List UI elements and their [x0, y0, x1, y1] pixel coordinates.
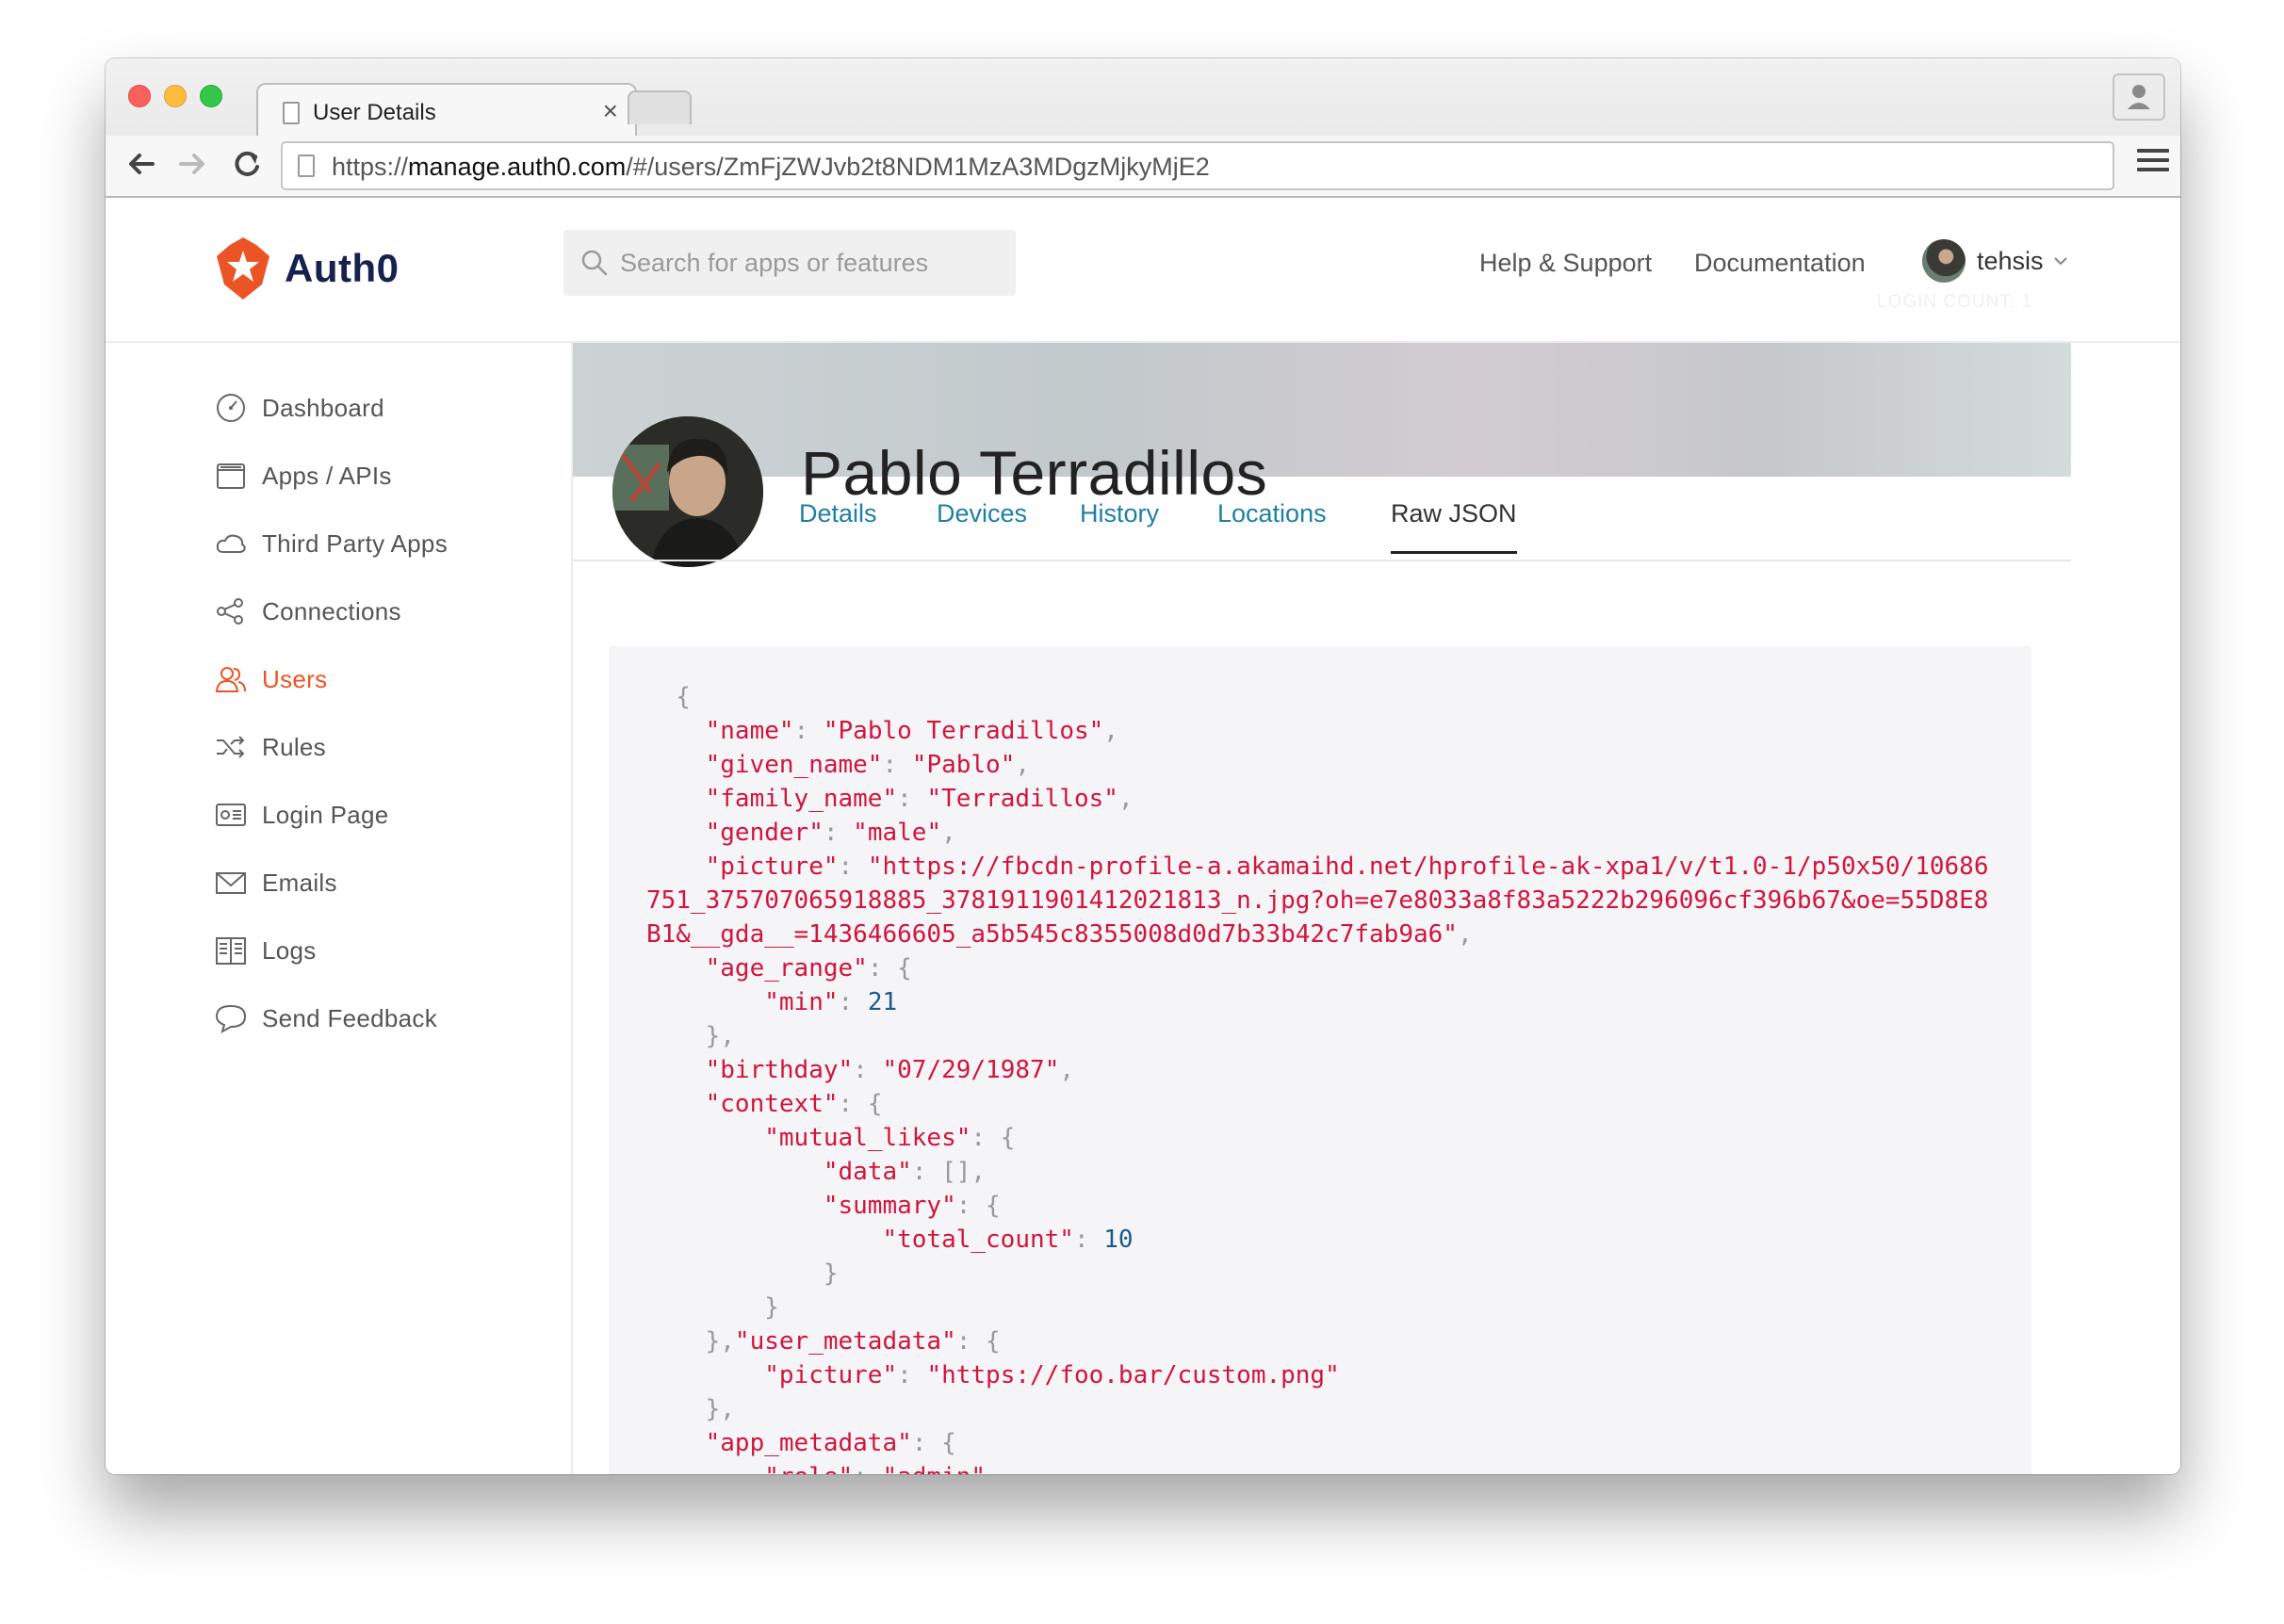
auth0-star-icon [217, 237, 269, 300]
shuffle-icon [217, 736, 245, 758]
sidebar-item-label: Send Feedback [262, 1003, 438, 1032]
search-icon [581, 250, 608, 276]
envelope-icon [216, 872, 246, 894]
book-icon [216, 937, 246, 965]
tab-locations[interactable]: Locations [1217, 499, 1327, 551]
sidebar: Dashboard Apps / APIs Third Party Apps C… [106, 343, 573, 1474]
url-path: /#/users/ZmFjZWJvb2t8NDM1MzA3MDgzMjkyMjE… [626, 153, 1210, 181]
profile-banner [573, 343, 2071, 477]
sidebar-item-label: Dashboard [262, 393, 384, 422]
minimize-window-button[interactable] [164, 85, 187, 107]
reload-button[interactable] [226, 143, 268, 185]
sidebar-item-connections[interactable]: Connections [215, 595, 401, 627]
search-box[interactable] [563, 230, 1016, 296]
logo-text: Auth0 [285, 246, 400, 290]
user-menu[interactable]: tehsis [1922, 239, 2068, 283]
browser-menu-icon[interactable] [2137, 149, 2169, 181]
user-name: tehsis [1977, 246, 2044, 275]
person-icon [2128, 85, 2150, 109]
cloud-icon [216, 534, 246, 553]
sidebar-item-label: Apps / APIs [262, 461, 392, 490]
url-scheme: https:// [332, 153, 409, 181]
url-host: manage.auth0.com [408, 153, 627, 181]
sidebar-item-send-feedback[interactable]: Send Feedback [215, 1002, 437, 1034]
tab-close-icon[interactable]: × [603, 96, 618, 126]
avatar [1922, 239, 1966, 283]
sidebar-item-dashboard[interactable]: Dashboard [215, 392, 384, 424]
login-count: LOGIN COUNT: 1 [1877, 292, 2032, 312]
raw-json-panel: { "name": "Pablo Terradillos", "given_na… [609, 646, 2031, 1474]
dashboard-icon [217, 394, 245, 422]
sidebar-item-apps[interactable]: Apps / APIs [215, 460, 392, 492]
page: Auth0 Help & Support Documentation tehsi… [106, 198, 2180, 1474]
reload-icon [235, 151, 259, 176]
url-text[interactable]: https://manage.auth0.com/#/users/ZmFjZWJ… [332, 153, 1210, 182]
zoom-window-button[interactable] [200, 85, 222, 107]
login-page-icon [216, 804, 246, 826]
help-support-link[interactable]: Help & Support [1479, 249, 1652, 278]
sidebar-item-emails[interactable]: Emails [215, 867, 337, 899]
sidebar-item-login-page[interactable]: Login Page [215, 799, 389, 831]
back-button[interactable] [121, 143, 162, 185]
browser-tab[interactable]: User Details × [256, 83, 637, 139]
arrow-left-icon [129, 154, 155, 174]
page-icon [298, 154, 315, 177]
sidebar-item-label: Logs [262, 935, 317, 965]
auth0-logo[interactable]: Auth0 [215, 235, 400, 301]
address-bar[interactable]: https://manage.auth0.com/#/users/ZmFjZWJ… [281, 141, 2114, 190]
tab-raw-json[interactable]: Raw JSON [1391, 499, 1517, 554]
browser-profile-button[interactable] [2113, 73, 2165, 121]
sidebar-item-users[interactable]: Users [215, 663, 327, 695]
window-controls [128, 85, 222, 107]
connections-icon [217, 598, 243, 625]
sidebar-item-third-party-apps[interactable]: Third Party Apps [215, 528, 448, 560]
documentation-link[interactable]: Documentation [1694, 249, 1866, 278]
apps-icon [217, 463, 245, 489]
sidebar-item-label: Third Party Apps [262, 528, 448, 558]
raw-json-code: { "name": "Pablo Terradillos", "given_na… [646, 683, 1989, 1474]
tab-devices[interactable]: Devices [937, 499, 1027, 551]
arrow-right-icon [179, 154, 204, 174]
users-icon [215, 667, 246, 692]
sidebar-item-label: Emails [262, 868, 337, 897]
sidebar-item-label: Rules [262, 732, 326, 761]
browser-window: User Details × https://manage.auth0.com/… [106, 58, 2180, 1474]
sidebar-item-label: Connections [262, 596, 401, 625]
new-tab-button[interactable] [628, 90, 692, 124]
profile-tabs: Details Devices History Locations Raw JS… [573, 477, 2071, 561]
tab-history[interactable]: History [1080, 499, 1159, 551]
sidebar-item-label: Login Page [262, 800, 389, 829]
browser-chrome: User Details × https://manage.auth0.com/… [106, 58, 2180, 198]
close-window-button[interactable] [128, 85, 151, 107]
sidebar-item-rules[interactable]: Rules [215, 731, 326, 763]
browser-tab-title: User Details [313, 100, 436, 125]
top-navigation: Auth0 Help & Support Documentation tehsi… [106, 198, 2180, 343]
tab-details[interactable]: Details [799, 499, 877, 551]
page-icon [283, 102, 300, 124]
speech-bubble-icon [215, 1004, 247, 1034]
search-input[interactable] [618, 245, 999, 281]
sidebar-item-logs[interactable]: Logs [215, 934, 317, 966]
forward-button[interactable] [171, 143, 213, 185]
sidebar-item-label: Users [262, 664, 328, 693]
browser-toolbar: https://manage.auth0.com/#/users/ZmFjZWJ… [106, 136, 2180, 196]
chevron-down-icon [2053, 257, 2067, 266]
